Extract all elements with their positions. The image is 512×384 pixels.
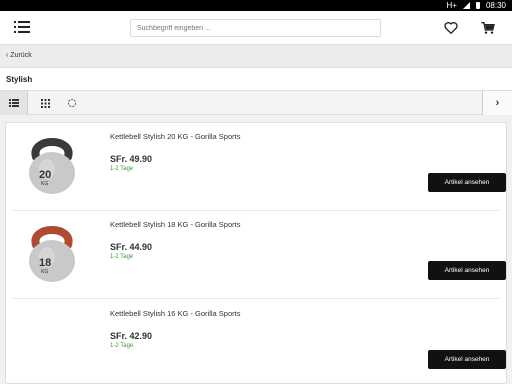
kettlebell-20kg-image: 20 KG xyxy=(29,138,75,194)
delivery-time: 1-2 Tage xyxy=(110,166,134,172)
product-card[interactable]: 20 KG Kettlebell Stylish 20 KG - Gorilla… xyxy=(12,123,506,211)
delivery-time: 1-2 Tage xyxy=(110,343,134,349)
product-name[interactable]: Kettlebell Stylish 18 KG - Gorilla Sport… xyxy=(110,220,240,229)
weight-badge: 18 xyxy=(39,257,51,269)
product-price: SFr. 49.90 xyxy=(110,154,153,164)
search-input[interactable] xyxy=(130,19,381,37)
status-bar: H+ 08:30 xyxy=(0,0,512,11)
back-button[interactable]: ‹ Zurück xyxy=(0,45,512,68)
weight-unit: KG xyxy=(41,269,48,275)
product-name[interactable]: Kettlebell Stylish 16 KG - Gorilla Sport… xyxy=(110,309,240,318)
product-price: SFr. 44.90 xyxy=(110,242,153,252)
delivery-time: 1-2 Tage xyxy=(110,254,134,260)
view-article-button[interactable]: Artikel ansehen xyxy=(428,261,506,280)
weight-badge: 20 xyxy=(39,169,51,181)
kettlebell-18kg-image: 18 KG xyxy=(29,226,75,282)
view-article-button[interactable]: Artikel ansehen xyxy=(428,173,506,192)
grid-icon xyxy=(40,98,50,108)
back-label: Zurück xyxy=(10,52,32,59)
next-button[interactable]: › xyxy=(482,91,512,115)
divider xyxy=(12,298,500,299)
heart-icon[interactable] xyxy=(443,20,459,36)
network-indicator: H+ xyxy=(446,1,457,10)
list-icon xyxy=(8,99,19,107)
list-view-button[interactable] xyxy=(0,91,28,115)
signal-icon xyxy=(462,2,470,9)
product-card[interactable]: 18 KG Kettlebell Stylish 18 KG - Gorilla… xyxy=(12,211,506,299)
top-bar xyxy=(0,11,512,45)
grid-view-button[interactable] xyxy=(31,91,59,115)
product-card[interactable]: Kettlebell Stylish 16 KG - Gorilla Sport… xyxy=(12,300,506,383)
chevron-left-icon: ‹ xyxy=(6,52,9,59)
cart-icon[interactable] xyxy=(480,20,496,36)
clock: 08:30 xyxy=(485,1,506,10)
product-image-placeholder xyxy=(22,304,82,374)
battery-icon xyxy=(475,2,480,9)
product-price: SFr. 42.90 xyxy=(110,331,153,341)
loading-indicator xyxy=(58,91,86,115)
weight-unit: KG xyxy=(41,181,48,187)
menu-icon[interactable] xyxy=(14,21,30,35)
view-toolbar: › xyxy=(0,91,512,115)
product-list: 20 KG Kettlebell Stylish 20 KG - Gorilla… xyxy=(5,122,507,384)
product-name[interactable]: Kettlebell Stylish 20 KG - Gorilla Sport… xyxy=(110,132,240,141)
category-title: Stylish xyxy=(0,68,512,91)
chevron-right-icon: › xyxy=(495,97,500,109)
loading-icon xyxy=(67,98,77,108)
view-article-button[interactable]: Artikel ansehen xyxy=(428,350,506,369)
